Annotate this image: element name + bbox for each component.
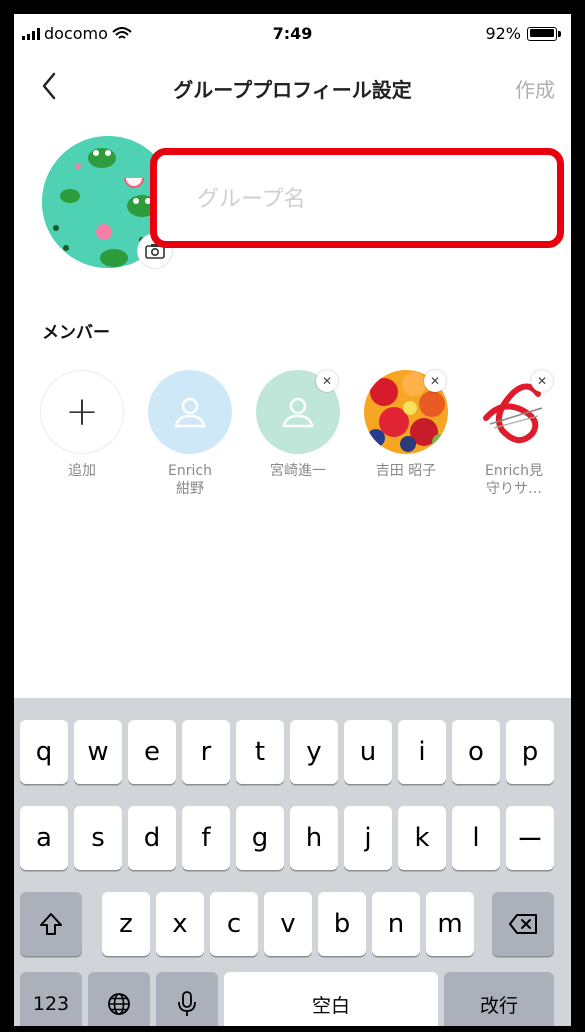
key-a[interactable]: a [20, 806, 68, 870]
close-icon: ✕ [429, 374, 441, 388]
close-icon: ✕ [321, 374, 333, 388]
member-name: Enrich 紺野 [168, 463, 212, 497]
page-title: グループプロフィール設定 [173, 78, 412, 102]
key-b[interactable]: b [318, 892, 366, 956]
key-r[interactable]: r [182, 720, 230, 784]
key-d[interactable]: d [128, 806, 176, 870]
key-n[interactable]: n [372, 892, 420, 956]
key-i[interactable]: i [398, 720, 446, 784]
key-f[interactable]: f [182, 806, 230, 870]
close-icon: ✕ [536, 374, 548, 388]
member-name: Enrich見 守りサ… [485, 463, 543, 497]
screen: docomo 7:49 92% グループプロフィール設定 作成 グループ名 メン… [14, 14, 571, 1026]
key-h[interactable]: h [290, 806, 338, 870]
add-member-button[interactable]: + 追加 [32, 370, 132, 480]
key-x[interactable]: x [156, 892, 204, 956]
key-z[interactable]: z [102, 892, 150, 956]
key-o[interactable]: o [452, 720, 500, 784]
status-bar: docomo 7:49 92% [14, 14, 571, 50]
nav-bar: グループプロフィール設定 作成 [14, 66, 571, 106]
key-c[interactable]: c [210, 892, 258, 956]
remove-member-button[interactable]: ✕ [316, 370, 338, 392]
avatar [148, 370, 232, 454]
key-w[interactable]: w [74, 720, 122, 784]
remove-member-button[interactable]: ✕ [424, 370, 446, 392]
key-t[interactable]: t [236, 720, 284, 784]
globe-key[interactable] [88, 972, 150, 1026]
delete-key[interactable] [492, 892, 554, 956]
key-u[interactable]: u [344, 720, 392, 784]
key-v[interactable]: v [264, 892, 312, 956]
backspace-icon [509, 914, 537, 934]
shift-key[interactable] [20, 892, 82, 956]
key-l[interactable]: l [452, 806, 500, 870]
user-icon [282, 397, 314, 428]
key-e[interactable]: e [128, 720, 176, 784]
member-name: 宮崎進一 [270, 463, 326, 479]
plus-icon: + [65, 389, 99, 435]
globe-icon [108, 993, 130, 1015]
member-item[interactable]: Enrich 紺野 [140, 370, 240, 498]
key-k[interactable]: k [398, 806, 446, 870]
microphone-icon [178, 991, 196, 1016]
group-name-input[interactable] [197, 181, 537, 217]
key-long-vowel[interactable]: ー [506, 806, 554, 870]
key-j[interactable]: j [344, 806, 392, 870]
member-name: 吉田 昭子 [375, 463, 437, 479]
key-q[interactable]: q [20, 720, 68, 784]
microphone-key[interactable] [156, 972, 218, 1026]
key-m[interactable]: m [426, 892, 474, 956]
remove-member-button[interactable]: ✕ [531, 370, 553, 392]
key-p[interactable]: p [506, 720, 554, 784]
keyboard: q w e r t y u i o p a s d f g h j k l ー … [14, 698, 571, 1026]
members-heading: メンバー [42, 323, 110, 343]
key-y[interactable]: y [290, 720, 338, 784]
user-icon [174, 397, 206, 428]
battery-icon [527, 26, 561, 41]
numbers-key[interactable]: 123 [20, 972, 82, 1026]
device-frame: docomo 7:49 92% グループプロフィール設定 作成 グループ名 メン… [0, 0, 585, 1032]
space-key[interactable]: 空白 [224, 972, 438, 1026]
shift-icon [40, 913, 62, 935]
add-member-label: 追加 [68, 463, 96, 479]
group-name-highlight [150, 148, 564, 248]
return-key[interactable]: 改行 [444, 972, 554, 1026]
battery-percent: 92% [485, 24, 521, 43]
key-g[interactable]: g [236, 806, 284, 870]
key-s[interactable]: s [74, 806, 122, 870]
create-button[interactable]: 作成 [515, 74, 555, 103]
